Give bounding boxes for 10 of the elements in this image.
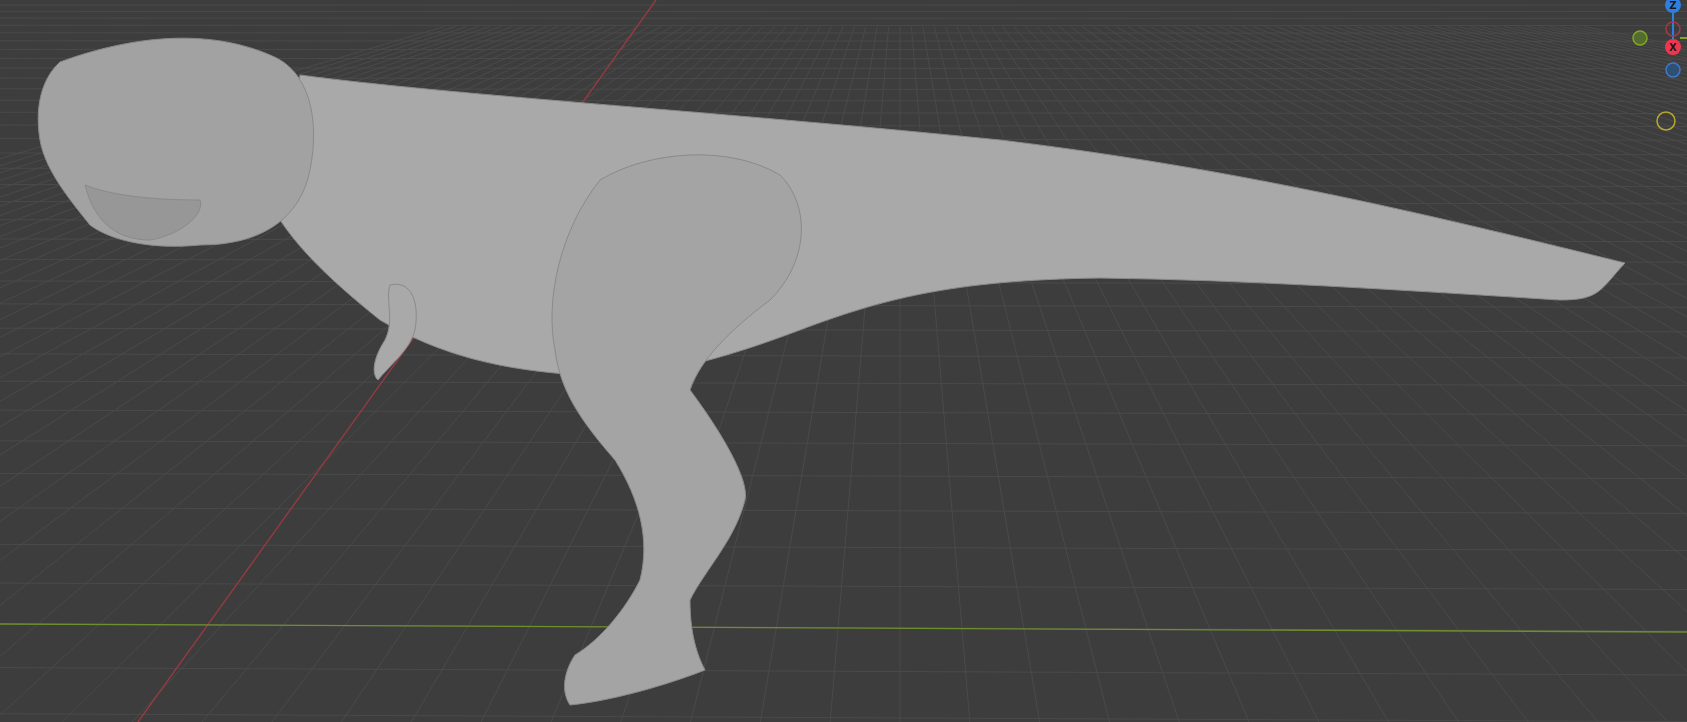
axis-handle[interactable] (1665, 0, 1681, 13)
axis-handle[interactable] (1665, 39, 1681, 55)
negative-x-axis-handle[interactable] (1665, 21, 1681, 37)
y-axis-stub (1679, 37, 1687, 39)
light-gizmo-icon[interactable] (1656, 111, 1676, 131)
y-axis-handle[interactable] (1632, 30, 1648, 46)
axis-label: X (1669, 42, 1677, 53)
axis-label: Z (1669, 0, 1677, 11)
negative-z-axis-handle[interactable] (1665, 62, 1681, 78)
z-axis-line (1672, 12, 1674, 40)
